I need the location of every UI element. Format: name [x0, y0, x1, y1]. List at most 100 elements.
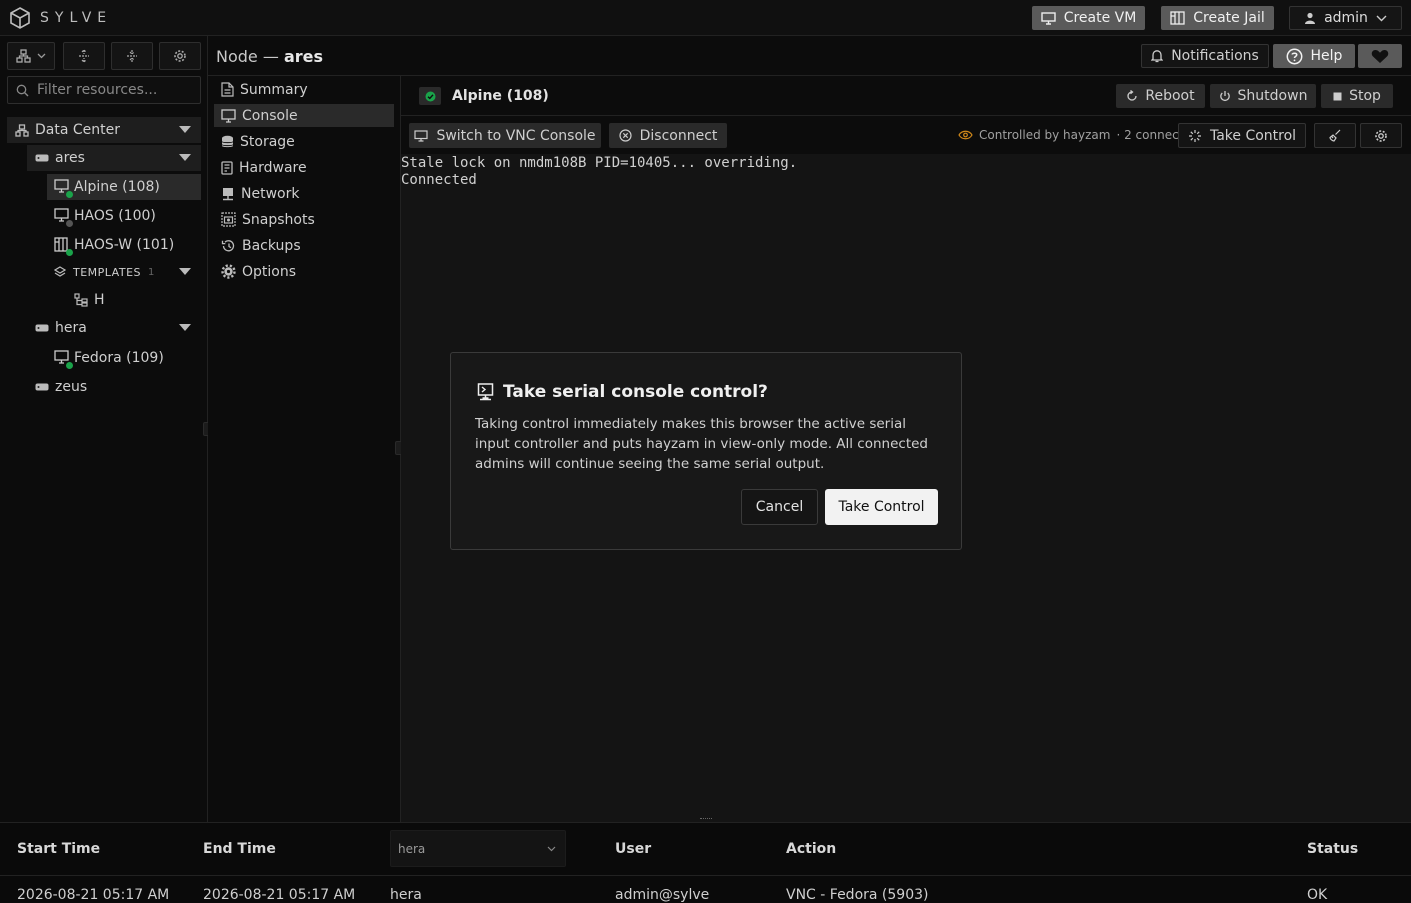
database-icon	[221, 135, 234, 149]
tree-node-zeus[interactable]: zeus	[27, 374, 201, 400]
create-vm-button[interactable]: Create VM	[1032, 6, 1145, 30]
caret-down-icon[interactable]	[179, 126, 191, 133]
search-icon	[16, 84, 29, 97]
hardware-icon	[221, 160, 233, 175]
user-icon	[1304, 12, 1316, 24]
create-jail-button[interactable]: Create Jail	[1161, 6, 1274, 30]
take-control-confirm-button[interactable]: Take Control	[825, 489, 938, 525]
dialog-title: Take serial console control?	[503, 382, 768, 402]
bell-icon	[1151, 49, 1164, 63]
stop-button[interactable]: Stop	[1321, 84, 1393, 108]
cell-end-time: 2026-08-21 05:17 AM	[203, 887, 356, 903]
camera-icon	[221, 212, 236, 227]
tree-datacenter[interactable]: Data Center	[7, 117, 201, 143]
heart-icon	[1371, 49, 1389, 64]
eye-icon	[958, 130, 973, 140]
status-stopped-dot	[66, 220, 73, 227]
bottom-resize-handle[interactable]	[700, 818, 712, 822]
clear-console-button[interactable]	[1314, 123, 1356, 148]
restart-icon	[1126, 90, 1138, 102]
column-end-time[interactable]: End Time	[203, 841, 276, 857]
nav-summary[interactable]: Summary	[214, 78, 394, 101]
tree-node-ares[interactable]: ares	[27, 145, 201, 171]
server-icon	[35, 324, 49, 332]
caret-down-icon[interactable]	[179, 268, 191, 275]
vm-nav-panel: Summary Console Storage Hardware Network…	[208, 76, 401, 822]
sylve-logo-icon	[10, 7, 30, 29]
column-user[interactable]: User	[615, 841, 651, 857]
tree-view-toggle[interactable]	[7, 42, 55, 70]
nav-options[interactable]: Options	[214, 260, 394, 283]
server-icon	[35, 154, 49, 162]
nav-backups[interactable]: Backups	[214, 234, 394, 257]
datacenter-icon	[15, 123, 29, 137]
templates-count: 1	[148, 266, 155, 278]
console-settings-button[interactable]	[1360, 123, 1402, 148]
server-icon	[35, 383, 49, 391]
vm-monitor-icon	[54, 179, 73, 198]
jail-icon	[1170, 11, 1185, 25]
caret-down-icon[interactable]	[179, 324, 191, 331]
chevron-down-icon	[37, 53, 46, 59]
take-control-toolbar-button[interactable]: Take Control	[1178, 123, 1306, 148]
vm-title: Alpine (108)	[452, 88, 549, 104]
nav-snapshots[interactable]: Snapshots	[214, 208, 394, 231]
column-action[interactable]: Action	[786, 841, 836, 857]
tree-jail-haos-w[interactable]: HAOS-W (101)	[47, 232, 201, 258]
tree-template-h[interactable]: H	[67, 287, 201, 313]
help-circle-icon	[1286, 48, 1303, 65]
notifications-button[interactable]: Notifications	[1141, 44, 1269, 68]
reboot-button[interactable]: Reboot	[1116, 84, 1205, 108]
donate-button[interactable]	[1358, 44, 1402, 68]
disconnect-button[interactable]: Disconnect	[609, 123, 727, 148]
nav-console[interactable]: Console	[214, 104, 394, 127]
collapse-all-button[interactable]	[111, 42, 153, 70]
cell-user: admin@sylve	[615, 887, 710, 903]
vm-monitor-icon	[54, 208, 73, 227]
broom-icon	[1328, 129, 1342, 142]
expand-all-button[interactable]	[63, 42, 105, 70]
logo-text: SYLVE	[40, 10, 113, 26]
network-icon	[221, 187, 235, 201]
sparkle-icon	[1188, 129, 1202, 143]
monitor-icon	[221, 108, 236, 123]
gear-icon	[173, 49, 187, 63]
help-button[interactable]: Help	[1273, 44, 1355, 68]
document-icon	[221, 82, 234, 97]
tree-node-hera[interactable]: hera	[27, 315, 201, 341]
history-icon	[221, 239, 236, 253]
tree-vm-fedora[interactable]: Fedora (109)	[47, 345, 201, 371]
vm-status-badge	[419, 87, 441, 105]
nav-network[interactable]: Network	[214, 182, 394, 205]
layers-icon	[54, 266, 66, 278]
hierarchy-icon	[16, 49, 31, 63]
chevron-down-icon	[547, 846, 556, 852]
cell-node: hera	[390, 887, 422, 903]
cell-action: VNC - Fedora (5903)	[786, 887, 929, 903]
cancel-button[interactable]: Cancel	[741, 489, 818, 525]
shutdown-button[interactable]: Shutdown	[1210, 84, 1316, 108]
status-running-dot	[66, 362, 73, 369]
tree-templates-group[interactable]: TEMPLATES 1	[47, 259, 201, 285]
nav-hardware[interactable]: Hardware	[214, 156, 394, 179]
node-filter-select[interactable]: hera	[390, 830, 566, 867]
tree-vm-alpine[interactable]: Alpine (108)	[47, 174, 201, 200]
caret-down-icon[interactable]	[179, 154, 191, 161]
vm-header: Alpine (108) Reboot Shutdown Stop	[401, 76, 1411, 116]
task-log-table: Start Time End Time hera User Action Sta…	[0, 818, 1411, 903]
collapse-icon	[125, 49, 139, 63]
check-circle-icon	[425, 91, 436, 102]
column-status[interactable]: Status	[1307, 841, 1358, 857]
column-start-time[interactable]: Start Time	[17, 841, 100, 857]
cell-status: OK	[1307, 887, 1328, 903]
user-menu-button[interactable]: admin	[1289, 6, 1402, 30]
tree-settings-button[interactable]	[159, 42, 201, 70]
tree-vm-haos[interactable]: HAOS (100)	[47, 203, 201, 229]
switch-vnc-button[interactable]: Switch to VNC Console	[409, 123, 601, 148]
nav-storage[interactable]: Storage	[214, 130, 394, 153]
dialog-body: Taking control immediately makes this br…	[475, 416, 929, 472]
filter-resources-input[interactable]: Filter resources...	[7, 76, 201, 104]
filter-placeholder: Filter resources...	[37, 82, 158, 98]
status-running-dot	[66, 191, 73, 198]
app-logo[interactable]: SYLVE	[10, 7, 112, 29]
